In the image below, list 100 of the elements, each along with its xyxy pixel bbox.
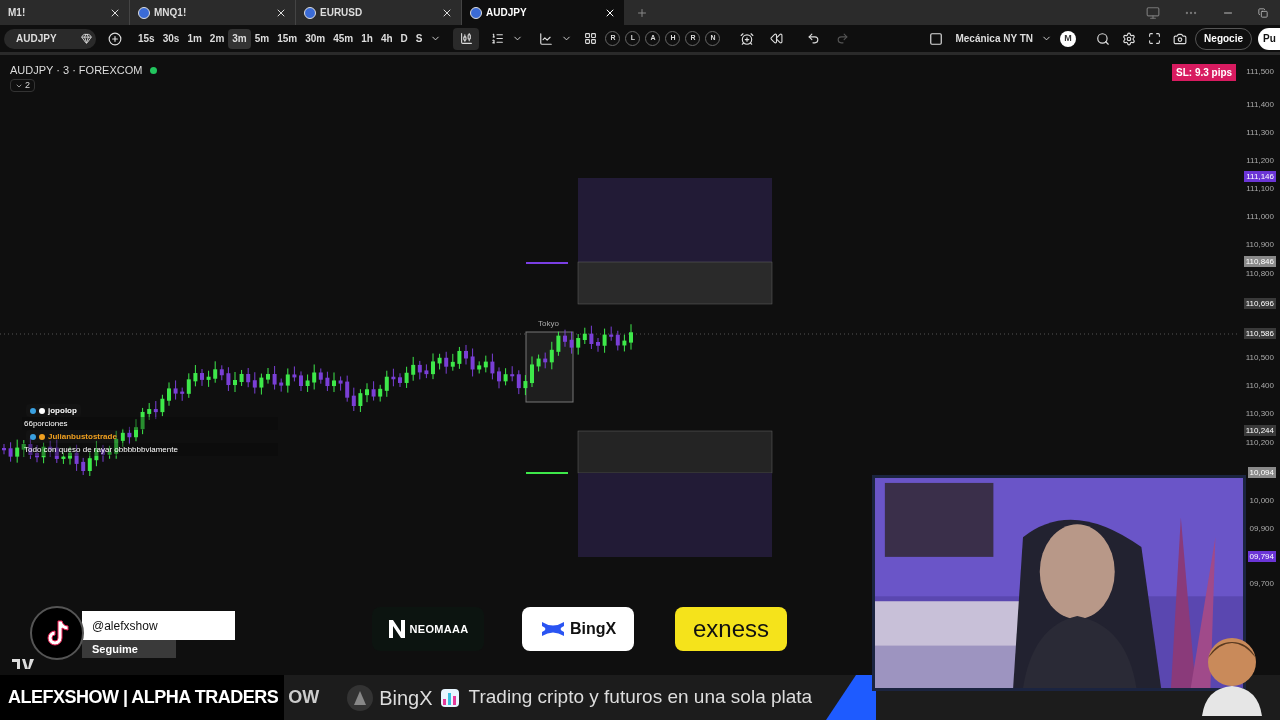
layout-name[interactable]: Mecánica NY TN: [955, 31, 1034, 46]
session-label: Tokyo: [538, 318, 559, 330]
interval-button[interactable]: 1m: [183, 28, 206, 49]
interval-button[interactable]: 5m: [250, 28, 274, 49]
price-badge: 110,244: [1243, 425, 1276, 436]
candle: [503, 367, 508, 386]
price-label: 110,900: [1244, 239, 1275, 250]
interval-button[interactable]: 4h: [376, 28, 397, 49]
price-label: 10,000: [1248, 495, 1275, 506]
ticker-title: ALEFXSHOW | ALPHA TRADERS: [8, 686, 279, 709]
price-label: 111,100: [1245, 183, 1275, 194]
candle: [490, 353, 495, 380]
alarm-icon[interactable]: [740, 31, 755, 46]
candle: [563, 329, 567, 348]
interval-button[interactable]: 2m: [205, 28, 229, 49]
candle: [299, 370, 303, 392]
bars-icon[interactable]: [491, 32, 505, 45]
candle: [424, 363, 429, 379]
candle: [470, 347, 475, 377]
square-icon[interactable]: [929, 31, 944, 46]
logo-icon: [539, 620, 566, 638]
candle: [173, 379, 178, 401]
candle: [292, 365, 297, 382]
action-button[interactable]: Pu: [1258, 27, 1280, 50]
price-badge: 111,146: [1244, 171, 1276, 182]
browser-tab[interactable]: AUDJPY: [462, 0, 624, 25]
chart-emoji-icon: [440, 688, 459, 707]
monitor-icon[interactable]: [1146, 5, 1160, 20]
candle: [266, 367, 270, 385]
entry-line: [525, 472, 569, 474]
candle: [596, 337, 600, 353]
candle: [371, 380, 376, 402]
candle: [206, 370, 211, 388]
price-label: 111,400: [1245, 99, 1275, 110]
flag-icon: [304, 6, 316, 19]
interval-button[interactable]: D: [396, 28, 412, 49]
interval-button[interactable]: 45m: [329, 28, 358, 49]
ticker-accent: [826, 675, 876, 720]
candle: [404, 366, 409, 389]
logo-icon: [12, 659, 34, 669]
candle: [226, 366, 231, 392]
candle: [160, 394, 165, 417]
interval-button[interactable]: 1h: [357, 28, 377, 49]
ticker-brand: BingX: [379, 685, 433, 711]
camera-icon[interactable]: [1173, 31, 1188, 46]
interval-button[interactable]: 3m: [228, 28, 251, 49]
rewind-icon[interactable]: [770, 32, 784, 45]
candle: [61, 452, 66, 465]
interval-button[interactable]: 30s: [158, 28, 184, 49]
candlestick-icon[interactable]: [460, 32, 473, 45]
candle: [338, 375, 343, 392]
restore-icon[interactable]: [1258, 7, 1268, 18]
candle: [569, 331, 574, 355]
interval-button[interactable]: 15s: [134, 28, 159, 49]
fullscreen-icon[interactable]: [1148, 32, 1162, 45]
candle: [239, 369, 244, 387]
price-badge: 110,846: [1243, 256, 1276, 267]
interval-button[interactable]: 30m: [301, 28, 330, 49]
sponsor-logo: NEOMAAA: [372, 607, 484, 651]
add-icon[interactable]: [108, 31, 122, 46]
candle: [41, 442, 46, 464]
brand-logo-icon: [347, 684, 374, 711]
price-badge: 10,094: [1247, 467, 1276, 478]
candle: [332, 371, 336, 393]
interval-button[interactable]: 15m: [273, 28, 302, 49]
sponsor-logo: exness: [675, 607, 787, 651]
grid-icon[interactable]: [584, 32, 598, 45]
indicator-toggle[interactable]: 2: [10, 79, 35, 92]
price-label: 110,300: [1244, 408, 1275, 419]
price-label: 111,300: [1245, 127, 1275, 138]
tiktok-logo: [30, 606, 84, 660]
symbol-field[interactable]: AUDJPY: [4, 28, 96, 49]
search-icon[interactable]: [1096, 31, 1111, 46]
flag-icon: [470, 6, 482, 19]
interval-button[interactable]: S: [411, 28, 427, 49]
candle: [358, 388, 363, 413]
redo-icon[interactable]: [836, 32, 850, 45]
sponsor-logo: BingX: [522, 607, 634, 651]
candle: [259, 373, 264, 396]
candle: [437, 353, 442, 370]
candle: [536, 354, 541, 372]
candle: [629, 323, 633, 351]
candle: [602, 328, 607, 354]
price-label: 111,500: [1245, 66, 1275, 77]
social-handle: @alefxshow: [82, 611, 235, 640]
indicator-icon[interactable]: [539, 31, 554, 46]
candle: [134, 418, 138, 442]
avatar[interactable]: M: [1060, 30, 1077, 47]
follow-label: Seguime: [82, 640, 176, 658]
logo-icon: [387, 619, 406, 639]
candle: [2, 443, 6, 455]
candle: [391, 368, 396, 387]
candle: [523, 374, 528, 396]
new-tab-icon[interactable]: [636, 6, 648, 19]
stop-loss-badge: SL: 9.3 pips: [1172, 64, 1237, 81]
undo-icon[interactable]: [807, 32, 821, 45]
price-label: 111,200: [1245, 155, 1275, 166]
price-label: 09,900: [1248, 523, 1275, 534]
settings-icon[interactable]: [1122, 31, 1137, 46]
candle: [272, 365, 277, 391]
